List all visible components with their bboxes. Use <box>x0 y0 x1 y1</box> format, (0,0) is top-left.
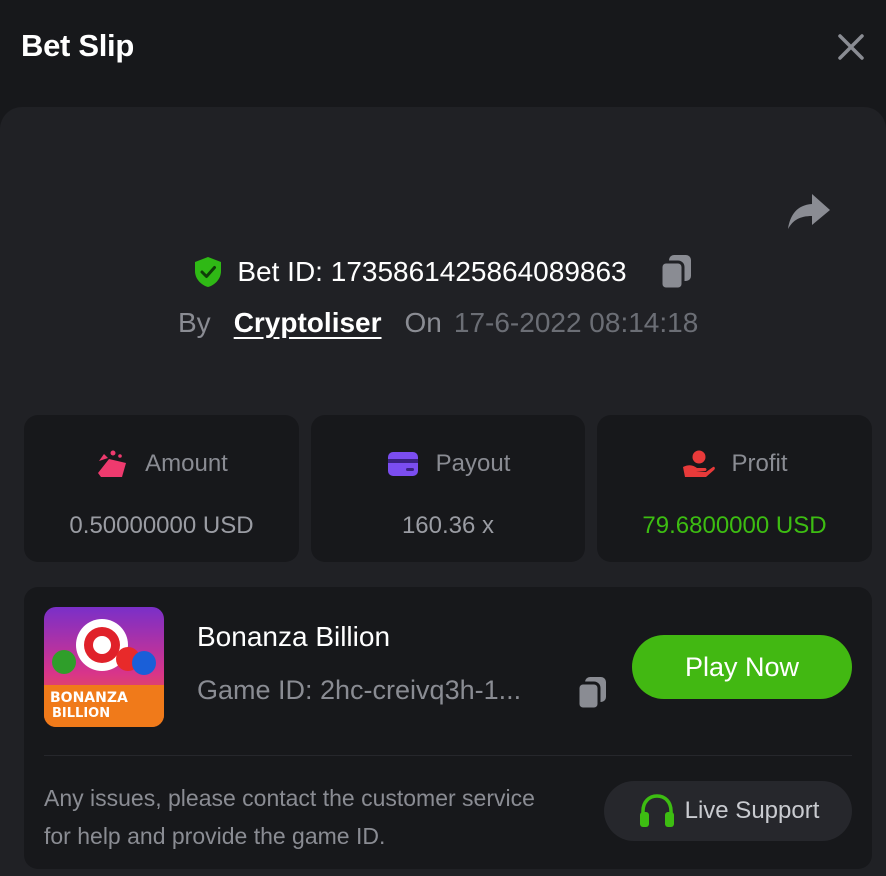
bet-id-row: Bet ID: 17358614258640898​63 <box>0 253 886 291</box>
divider <box>44 755 852 756</box>
card-icon <box>387 452 418 476</box>
game-card: BONANZA BILLION Bonanza Billion Game ID:… <box>24 587 872 869</box>
thumb-title-line1: BONANZA <box>50 690 128 706</box>
payout-value: 160.36 x <box>401 512 495 539</box>
game-name: Bonanza Billion <box>197 621 391 652</box>
copy-bet-id-icon[interactable] <box>659 253 693 291</box>
amount-card: Amount 0.50000000 USD <box>24 415 299 562</box>
game-id: Game ID: 2hc-creivq3h-1... <box>197 675 522 705</box>
bet-id-text: Bet ID: 17358614258640898​63 <box>237 256 627 287</box>
profit-value: 79.6800000 USD <box>642 512 827 539</box>
amount-label: Amount <box>145 450 228 477</box>
close-icon <box>838 34 864 60</box>
bet-meta-row: By Cryptoliser On 17-6-2022 08:14:18 <box>178 305 698 341</box>
game-thumbnail[interactable]: BONANZA BILLION <box>44 607 164 727</box>
by-label: By <box>178 307 211 338</box>
live-support-button[interactable]: Live Support <box>604 781 852 841</box>
bet-details-panel: Bet ID: 17358614258640898​63 By Cryptoli… <box>0 107 886 876</box>
live-support-label: Live Support <box>684 797 820 824</box>
modal-title: Bet Slip <box>21 28 135 63</box>
game-thumbnail-art: BONANZA BILLION <box>44 607 164 727</box>
close-button[interactable] <box>834 30 868 64</box>
headset-icon <box>639 794 674 827</box>
verified-shield-icon <box>195 257 222 287</box>
bet-slip-modal: Bet Slip Bet ID: 17358614258640898​63 <box>0 0 886 876</box>
coins-icon <box>98 450 127 477</box>
payout-card: Payout 160.36 x <box>311 415 585 562</box>
help-text: Any issues, please contact the customer … <box>44 785 535 849</box>
amount-value: 0.50000000 USD <box>69 512 254 539</box>
share-icon <box>788 194 830 229</box>
share-button[interactable] <box>786 192 832 232</box>
modal-header: Bet Slip <box>0 0 886 96</box>
bet-datetime: 17-6-2022 08:14:18 <box>453 307 699 338</box>
on-label: On <box>404 307 442 338</box>
hand-money-icon <box>683 450 716 477</box>
username-link[interactable]: Cryptoliser <box>234 307 382 339</box>
thumb-title-line2: BILLION <box>52 706 110 721</box>
profit-label: Profit <box>731 450 788 477</box>
copy-game-id-icon[interactable] <box>576 675 608 711</box>
play-now-button[interactable]: Play Now <box>632 635 852 699</box>
profit-card: Profit 79.6800000 USD <box>597 415 872 562</box>
payout-label: Payout <box>435 450 511 477</box>
